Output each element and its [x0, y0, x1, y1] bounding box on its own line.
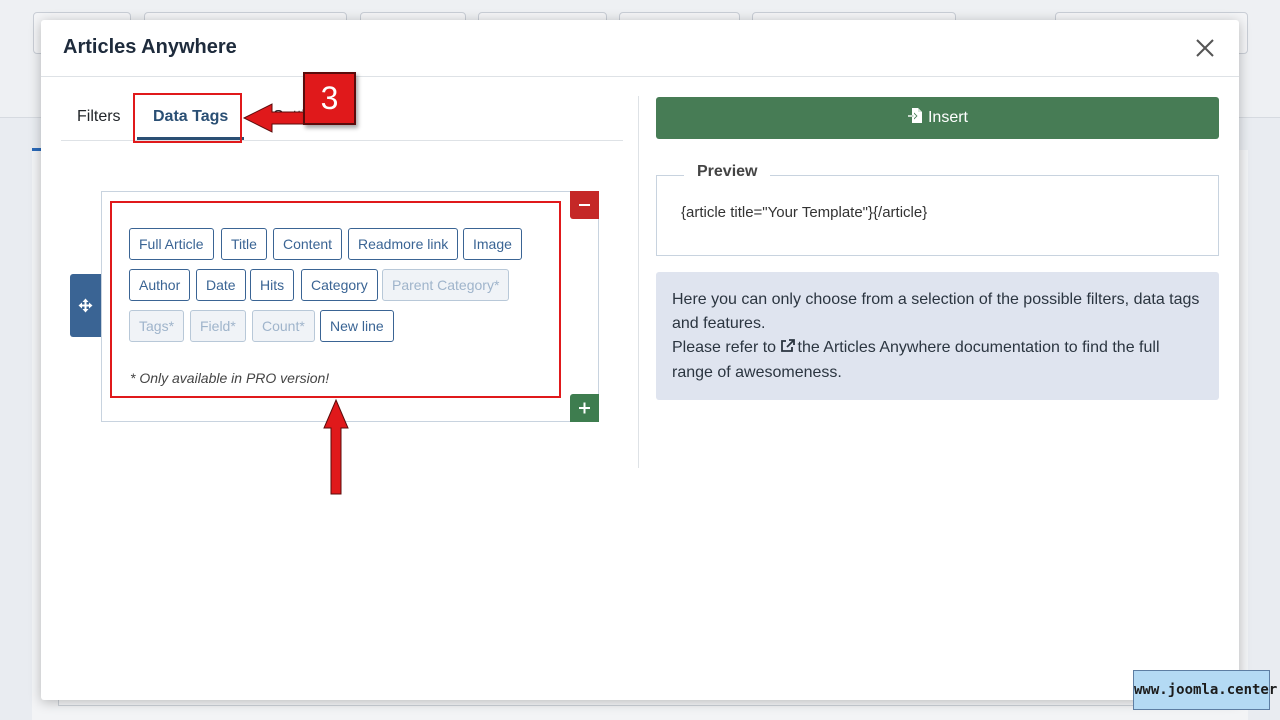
annotation-step-badge: 3 — [303, 72, 356, 125]
watermark: www.joomla.center — [1133, 670, 1277, 710]
annotation-arrow-up — [323, 398, 349, 495]
annotation-arrows — [242, 103, 349, 495]
